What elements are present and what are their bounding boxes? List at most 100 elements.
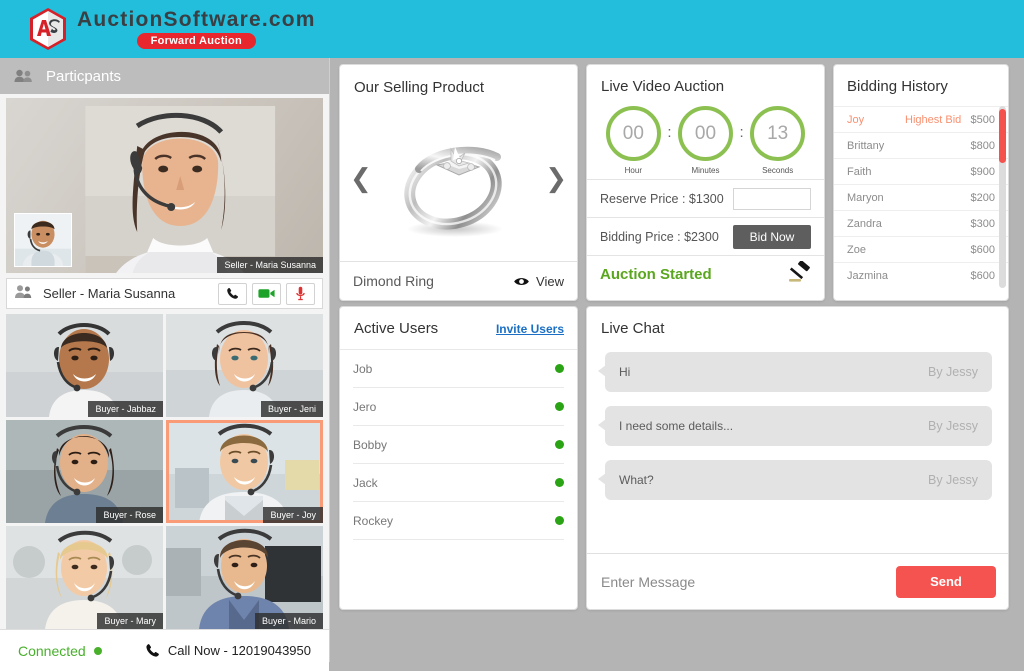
invite-users-link[interactable]: Invite Users (496, 322, 564, 336)
product-footer: Dimond Ring View (340, 261, 577, 300)
auction-status: Auction Started (600, 266, 712, 283)
list-item[interactable]: Rockey (353, 502, 564, 540)
user-name: Rockey (353, 513, 394, 528)
gavel-icon (787, 260, 811, 288)
list-item[interactable]: Jero (353, 388, 564, 426)
chat-composer: Send (587, 553, 1008, 609)
chat-message: What? By Jessy (598, 460, 992, 500)
list-item[interactable]: Job (353, 350, 564, 388)
list-item[interactable]: Jack (353, 464, 564, 502)
bid-amount-input[interactable] (733, 187, 811, 210)
chat-message-text: Hi (619, 365, 631, 379)
table-row[interactable]: Brittany $800 (834, 132, 1008, 158)
timer-hour-label: Hour (624, 166, 642, 175)
product-title: Our Selling Product (354, 79, 485, 96)
people-icon (14, 69, 34, 83)
online-status-dot (555, 440, 564, 449)
list-item[interactable]: Bobby (353, 426, 564, 464)
chevron-right-icon[interactable]: ❯ (545, 166, 567, 192)
connection-status: Connected (18, 642, 86, 659)
chat-message-text: I need some details... (619, 419, 734, 433)
bid-amount: $600 (970, 269, 995, 282)
timer-seconds: 13 Seconds (747, 106, 809, 175)
auction-status-row: Auction Started (587, 255, 824, 293)
participant-tile[interactable]: Buyer - Mario (166, 526, 323, 629)
picture-in-picture-self-view[interactable] (14, 213, 72, 267)
bidder-name: Zandra (847, 217, 882, 230)
chat-messages: Hi By Jessy I need some details... By Je… (587, 338, 1008, 553)
chat-message: I need some details... By Jessy (598, 406, 992, 446)
bidder-name: Jazmina (847, 269, 888, 282)
call-now[interactable]: Call Now - 12019043950 (145, 643, 311, 658)
view-label: View (536, 273, 564, 289)
selling-product-panel: Our Selling Product ❮ ❯ Dimond Ring View (339, 64, 578, 301)
chat-message-author: By Jessy (927, 473, 978, 487)
participant-label: Buyer - Jabbaz (88, 401, 163, 417)
timer-seconds-label: Seconds (762, 166, 794, 175)
connection-footer: Connected Call Now - 12019043950 (0, 629, 329, 671)
phone-icon[interactable] (218, 282, 247, 305)
participant-label: Buyer - Joy (263, 507, 323, 523)
bidder-name: Faith (847, 165, 872, 178)
table-row[interactable]: Faith $900 (834, 158, 1008, 184)
online-status-dot (555, 364, 564, 373)
chat-message: Hi By Jessy (598, 352, 992, 392)
chat-message-author: By Jessy (927, 365, 978, 379)
participants-title: Particpants (46, 67, 122, 85)
participant-tile[interactable]: Buyer - Jabbaz (6, 314, 163, 417)
table-row[interactable]: Maryon $200 (834, 184, 1008, 210)
participant-label: Buyer - Mary (97, 613, 163, 629)
bid-amount: $200 (970, 191, 995, 204)
bidder-name: Zoe (847, 243, 866, 256)
chevron-left-icon[interactable]: ❮ (350, 166, 372, 192)
bidding-price-row: Bidding Price : $2300 Bid Now (587, 217, 824, 255)
participant-label: Buyer - Jeni (260, 401, 323, 417)
bidding-history-panel: Bidding History Joy Highest Bid $500 Bri… (833, 64, 1009, 301)
bidder-name: Brittany (847, 139, 885, 152)
table-row[interactable]: Jazmina $600 (834, 262, 1008, 288)
bid-now-button[interactable]: Bid Now (733, 224, 811, 249)
table-row[interactable]: Joy Highest Bid $500 (834, 106, 1008, 132)
diamond-ring-image (404, 146, 503, 237)
bidder-name: Maryon (847, 191, 884, 204)
scrollbar-thumb[interactable] (999, 109, 1006, 163)
live-chat-header: Live Chat (587, 307, 1008, 338)
active-users-header: Active Users Invite Users (340, 307, 577, 350)
bid-amount: $300 (970, 217, 995, 230)
timer-separator: : (739, 124, 744, 141)
main-video-seller[interactable]: Seller - Maria Susanna (6, 98, 323, 273)
participant-tile[interactable]: Buyer - Mary (6, 526, 163, 629)
timer-seconds-value: 13 (750, 106, 806, 161)
view-product-button[interactable]: View (513, 274, 564, 289)
participant-tile[interactable]: Buyer - Jeni (166, 314, 323, 417)
participant-tile-selected[interactable]: Buyer - Joy (166, 420, 323, 523)
chat-message-author: By Jessy (927, 419, 978, 433)
timer-minutes-label: Minutes (691, 166, 720, 175)
send-button[interactable]: Send (896, 565, 996, 598)
timer-separator: : (667, 124, 672, 141)
online-status-dot (555, 402, 564, 411)
microphone-icon[interactable] (286, 282, 315, 305)
table-row[interactable]: Zandra $300 (834, 210, 1008, 236)
auction-header: Live Video Auction (587, 65, 824, 96)
product-header: Our Selling Product (340, 65, 577, 97)
bidding-history-list: Joy Highest Bid $500 Brittany $800 Faith… (834, 106, 1008, 288)
participants-sidebar: Particpants Seller - Maria Susanna Selle… (0, 58, 330, 671)
brand-logo[interactable]: AuctionSoftware.com Forward Auction (28, 7, 316, 51)
reserve-price-label: Reserve Price : $1300 (600, 191, 724, 206)
bid-amount: $800 (970, 139, 995, 152)
participant-tile[interactable]: Buyer - Rose (6, 420, 163, 523)
app-header: AuctionSoftware.com Forward Auction (0, 0, 1024, 58)
online-status-dot (555, 516, 564, 525)
status-dot (93, 646, 102, 655)
chat-message-input[interactable] (601, 573, 896, 590)
table-row[interactable]: Zoe $600 (834, 236, 1008, 262)
timer-hour: 00 Hour (602, 106, 664, 175)
brand-badge: Forward Auction (136, 33, 257, 49)
participant-label: Buyer - Rose (96, 507, 163, 523)
live-chat-panel: Live Chat Hi By Jessy I need some detail… (586, 306, 1009, 610)
reserve-price-row: Reserve Price : $1300 (587, 179, 824, 217)
video-camera-icon[interactable] (252, 282, 281, 305)
user-name: Job (353, 361, 373, 376)
user-name: Bobby (353, 437, 388, 452)
